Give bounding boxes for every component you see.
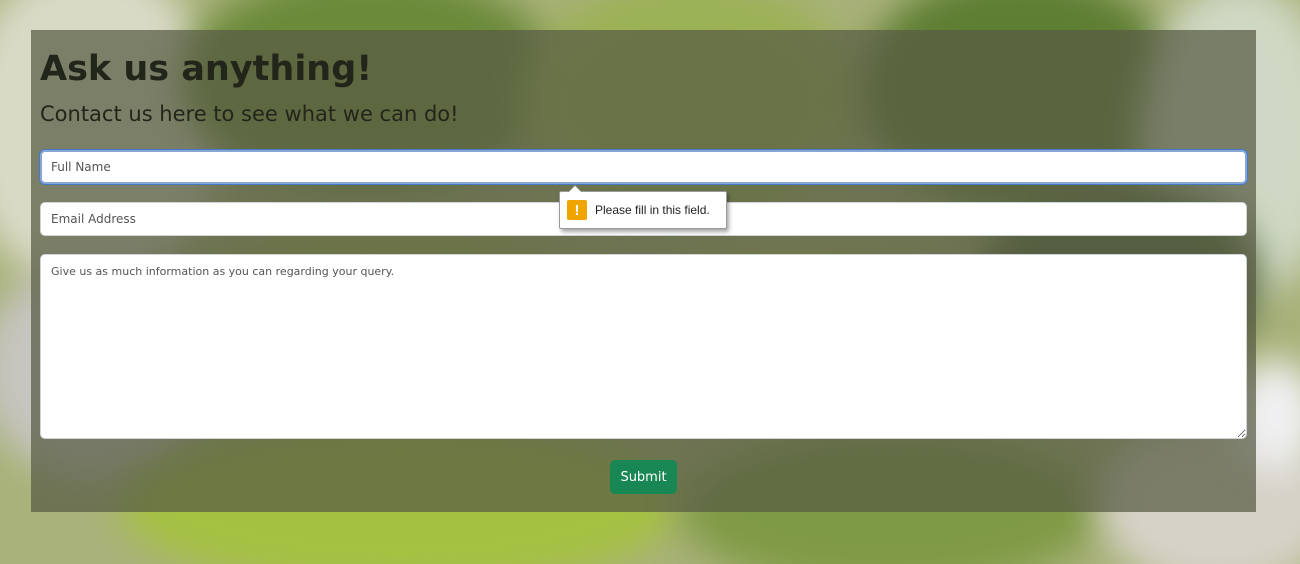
contact-form-panel: Ask us anything! Contact us here to see … [31,30,1256,512]
full-name-input[interactable] [40,150,1247,184]
warning-icon: ! [567,200,587,220]
query-message-textarea[interactable] [40,254,1247,439]
submit-button[interactable]: Submit [610,460,677,494]
validation-message: Please fill in this field. [595,203,710,217]
page-title: Ask us anything! [40,49,373,89]
page-subtitle: Contact us here to see what we can do! [40,102,459,126]
validation-tooltip: ! Please fill in this field. [559,185,727,229]
